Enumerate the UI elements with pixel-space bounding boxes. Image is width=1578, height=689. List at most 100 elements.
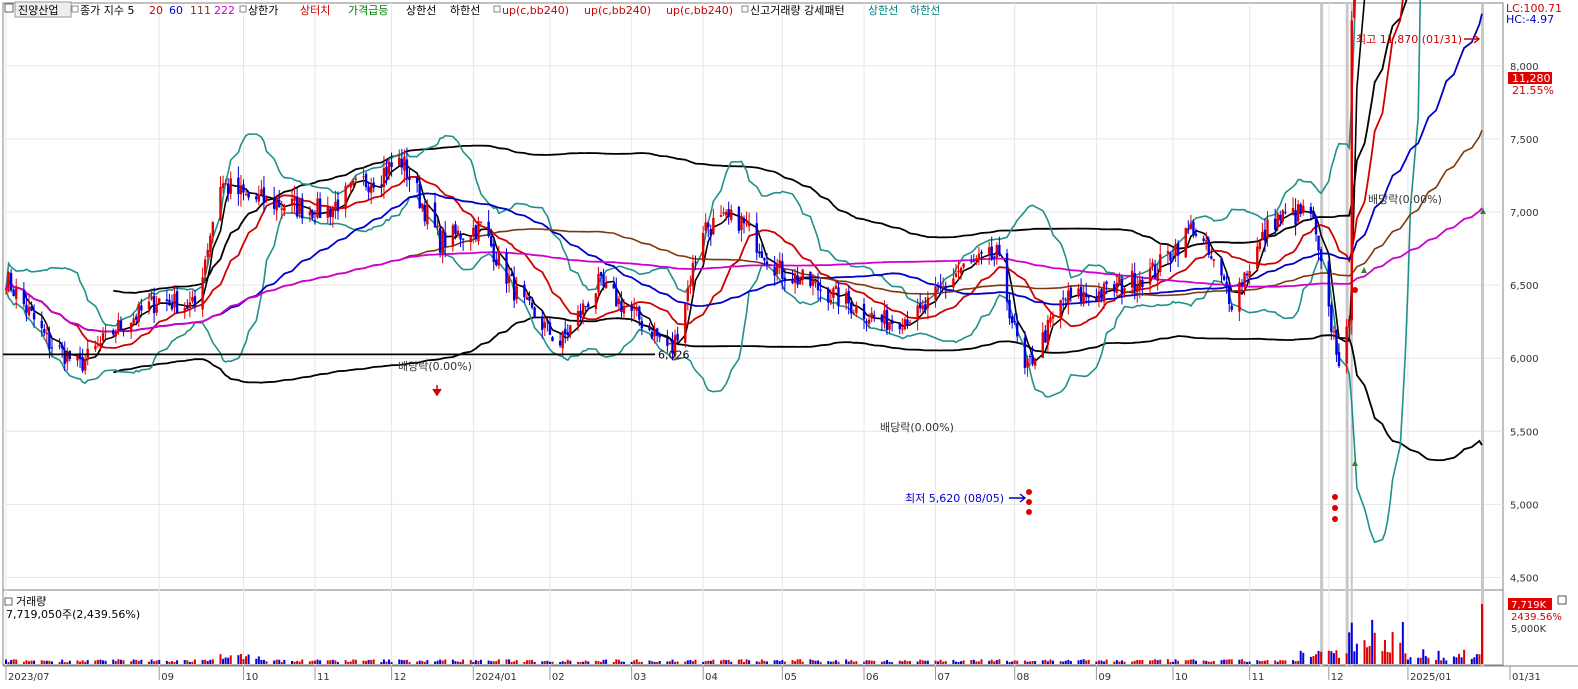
legend-item[interactable]: 상한선 [868, 4, 898, 17]
volume-bar [132, 659, 135, 664]
legend-toggle-icon[interactable] [71, 5, 79, 13]
legend-item[interactable]: 하한선 [450, 3, 480, 17]
bb-upper [5, 0, 1357, 327]
candle-body [837, 287, 840, 306]
hc-readout: HC:-4.97 [1506, 13, 1554, 26]
legend-toggle-icon[interactable] [741, 5, 749, 13]
legend-toggle-icon[interactable] [239, 5, 247, 13]
candle-body [63, 350, 66, 364]
volume-bar [25, 660, 28, 664]
volume-bar [1212, 661, 1215, 664]
candle-body [1227, 285, 1231, 304]
volume-bar [117, 659, 120, 664]
legend-item[interactable]: 상한가 [248, 4, 278, 17]
candle-body [1319, 249, 1323, 262]
candle-body [1169, 252, 1172, 261]
volume-bar [579, 661, 582, 664]
indicator-legend: 종가 지수 5 20 60 111 222 상한가 상터치 가격급등 상한선 하한선 up(c,bb… [71, 3, 940, 17]
volume-bar [605, 659, 608, 664]
volume-bar [1406, 659, 1409, 664]
chart-canvas[interactable]: 4,5005,0005,5006,0006,5007,0007,5008,000… [0, 0, 1578, 689]
volume-bar [868, 660, 871, 664]
candle-body [7, 272, 10, 292]
volume-bar [260, 659, 263, 664]
candle-body [599, 272, 603, 276]
candle-body [1245, 273, 1249, 276]
candle-body [691, 262, 695, 287]
volume-bar [316, 659, 319, 664]
legend-toggle-icon[interactable] [493, 5, 501, 13]
candle-body [1256, 246, 1259, 270]
legend-item[interactable]: up(c,bb240) [502, 4, 569, 17]
candle-body [793, 273, 797, 283]
volume-bar [1345, 653, 1348, 664]
volume-bar [1133, 660, 1136, 664]
legend-item[interactable]: 하한선 [910, 3, 940, 17]
candle-body [1240, 283, 1244, 286]
volume-bar [385, 661, 388, 664]
legend-item[interactable]: 상한선 [406, 4, 436, 17]
volume-bar [740, 659, 743, 664]
candle-body [104, 330, 107, 333]
header-menu-icon[interactable] [4, 3, 14, 13]
legend-item[interactable]: 222 [214, 4, 235, 17]
candle-body [597, 274, 600, 293]
legend-item[interactable]: 111 [190, 4, 211, 17]
candle-body [1174, 244, 1177, 257]
candle-body [81, 357, 84, 371]
candle-body [689, 285, 692, 287]
candle-body [579, 310, 582, 317]
candle-body [1263, 229, 1267, 241]
candle-body [658, 333, 661, 338]
low-arrow [1009, 493, 1027, 503]
candle-body [1130, 270, 1134, 288]
volume-bars [5, 604, 1483, 664]
candle-body [561, 331, 564, 349]
legend-item[interactable]: up(c,bb240) [666, 4, 733, 17]
volume-bar [1156, 660, 1159, 664]
candle-body [1105, 281, 1108, 285]
legend-item[interactable]: 20 [149, 4, 163, 17]
volume-bar [1031, 660, 1034, 664]
volume-bar [1046, 661, 1049, 664]
volume-bar [280, 662, 283, 664]
volume-bar [84, 661, 87, 664]
volume-bar [691, 661, 694, 664]
volume-bar [612, 661, 615, 664]
legend-item[interactable]: up(c,bb240) [584, 4, 651, 17]
volume-menu-icon[interactable] [4, 597, 13, 606]
volume-bar [477, 660, 480, 664]
volume-bar [418, 660, 421, 664]
volume-bar [765, 661, 768, 664]
candle-body [543, 322, 547, 328]
candle-body [1010, 316, 1014, 324]
volume-bar [599, 661, 602, 664]
volume-bar [1256, 660, 1259, 664]
candle-body [114, 332, 118, 337]
volume-bar [390, 662, 393, 664]
stock-chart[interactable]: 4,500 5,000 5,500 6,000 6,500 7,000 7,500 8,000… [0, 0, 1578, 689]
legend-item[interactable]: 상터치 [300, 4, 330, 17]
candle-body [1166, 251, 1170, 254]
volume-bar [1118, 661, 1121, 664]
legend-item[interactable]: 60 [169, 4, 183, 17]
volume-bar [602, 659, 605, 664]
legend-item[interactable]: 가격급등 [348, 4, 388, 17]
candle-body [1062, 298, 1065, 300]
volume-bar [1141, 660, 1144, 664]
candle-body [362, 176, 365, 178]
legend-item[interactable]: 종가 지수 5 [80, 4, 134, 17]
volume-bar [1299, 650, 1302, 664]
candle-body [329, 208, 332, 217]
volume-bar [388, 659, 391, 664]
volume-bar [954, 661, 957, 664]
candle-body [418, 183, 421, 208]
volume-bar [707, 660, 710, 664]
volume-bar [952, 659, 955, 664]
candle-body [1153, 264, 1157, 279]
candle-body [203, 259, 207, 275]
bb-lower [5, 0, 1422, 544]
legend-item[interactable]: 신고거래량 강세패턴 [750, 4, 845, 17]
volume-panel-button[interactable] [1557, 595, 1567, 605]
candle-body [477, 221, 480, 242]
